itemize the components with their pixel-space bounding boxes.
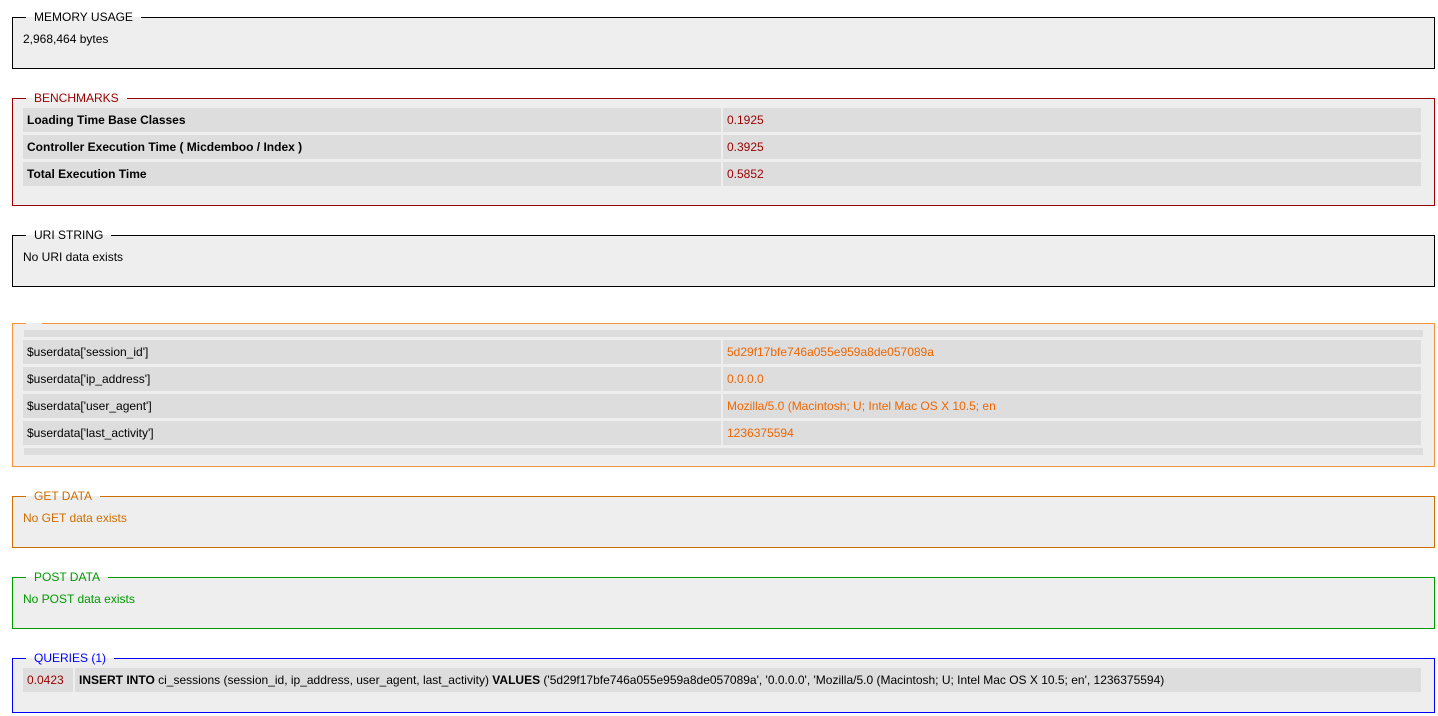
benchmark-label: Controller Execution Time ( Micdemboo / … [23,135,721,159]
memory-usage-value: 2,968,464 bytes [23,32,109,46]
session-key: $userdata['last_activity'] [23,421,721,445]
table-row: $userdata['user_agent'] Mozilla/5.0 (Mac… [23,394,1421,418]
get-data-section: GET DATA No GET data exists [12,489,1435,548]
uri-string-section: URI STRING No URI data exists [12,228,1435,287]
session-value: 0.0.0.0 [723,367,1421,391]
table-row: Controller Execution Time ( Micdemboo / … [23,135,1421,159]
session-value: Mozilla/5.0 (Macintosh; U; Intel Mac OS … [723,394,1421,418]
session-key: $userdata['ip_address'] [23,367,721,391]
uri-string-legend: URI STRING [34,228,104,242]
post-data-section: POST DATA No POST data exists [12,570,1435,629]
query-text: INSERT INTO ci_sessions (session_id, ip_… [75,668,1421,692]
memory-usage-legend: MEMORY USAGE [34,10,133,24]
session-data-section: $userdata['session_id'] 5d29f17bfe746a05… [12,316,1435,467]
benchmark-label: Total Execution Time [23,162,721,186]
table-row: 0.0423 INSERT INTO ci_sessions (session_… [23,668,1421,692]
session-key: $userdata['user_agent'] [23,394,721,418]
benchmarks-table: Loading Time Base Classes 0.1925 Control… [21,105,1423,189]
table-row: Loading Time Base Classes 0.1925 [23,108,1421,132]
benchmark-value: 0.5852 [723,162,1421,186]
session-key: $userdata['session_id'] [23,340,721,364]
benchmark-value: 0.3925 [723,135,1421,159]
post-data-legend: POST DATA [34,570,101,584]
get-data-legend: GET DATA [34,489,93,503]
session-data-legend [26,316,42,330]
query-keyword: INSERT INTO [79,673,155,687]
queries-table: 0.0423 INSERT INTO ci_sessions (session_… [21,665,1423,695]
session-data-table: $userdata['session_id'] 5d29f17bfe746a05… [21,337,1423,448]
query-time: 0.0423 [23,668,73,692]
benchmarks-legend: BENCHMARKS [34,91,119,105]
session-value: 1236375594 [723,421,1421,445]
table-row: $userdata['ip_address'] 0.0.0.0 [23,367,1421,391]
query-fragment: ci_sessions (session_id, ip_address, use… [154,673,493,687]
benchmarks-section: BENCHMARKS Loading Time Base Classes 0.1… [12,91,1435,206]
queries-legend: QUERIES (1) [34,651,107,665]
post-data-value: No POST data exists [23,592,135,606]
table-row: Total Execution Time 0.5852 [23,162,1421,186]
session-footer-bar [24,448,1423,455]
table-row: $userdata['session_id'] 5d29f17bfe746a05… [23,340,1421,364]
table-row: $userdata['last_activity'] 1236375594 [23,421,1421,445]
memory-usage-section: MEMORY USAGE 2,968,464 bytes [12,10,1435,69]
benchmark-label: Loading Time Base Classes [23,108,721,132]
queries-section: QUERIES (1) 0.0423 INSERT INTO ci_sessio… [12,651,1435,713]
query-fragment: ('5d29f17bfe746a055e959a8de057089a', '0.… [540,673,1165,687]
get-data-value: No GET data exists [23,511,127,525]
session-header-bar [24,330,1423,337]
benchmark-value: 0.1925 [723,108,1421,132]
session-value: 5d29f17bfe746a055e959a8de057089a [723,340,1421,364]
query-keyword: VALUES [492,673,541,687]
uri-string-value: No URI data exists [23,250,124,264]
